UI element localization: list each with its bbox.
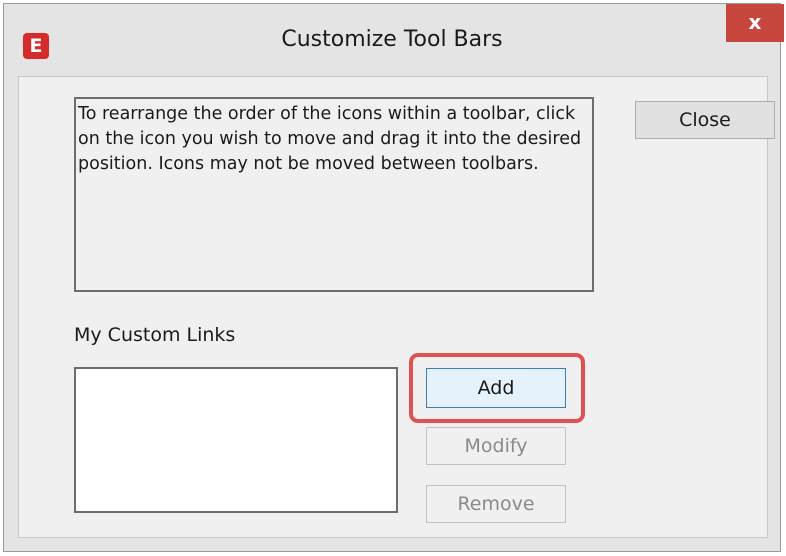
close-icon: x: [748, 10, 762, 34]
dialog-content: To rearrange the order of the icons with…: [18, 76, 775, 538]
modify-button[interactable]: Modify: [426, 427, 566, 465]
dialog-title: Customize Tool Bars: [281, 27, 503, 52]
customize-toolbars-dialog: E Customize Tool Bars x To rearrange the…: [3, 3, 784, 552]
my-custom-links-label: My Custom Links: [74, 324, 236, 346]
close-window-button[interactable]: x: [726, 4, 784, 42]
remove-button[interactable]: Remove: [426, 485, 566, 523]
close-button[interactable]: Close: [635, 101, 775, 139]
instructions-textbox: To rearrange the order of the icons with…: [74, 97, 594, 292]
add-button[interactable]: Add: [426, 368, 566, 408]
title-bar[interactable]: E Customize Tool Bars x: [4, 4, 784, 76]
custom-links-list[interactable]: [74, 367, 398, 513]
